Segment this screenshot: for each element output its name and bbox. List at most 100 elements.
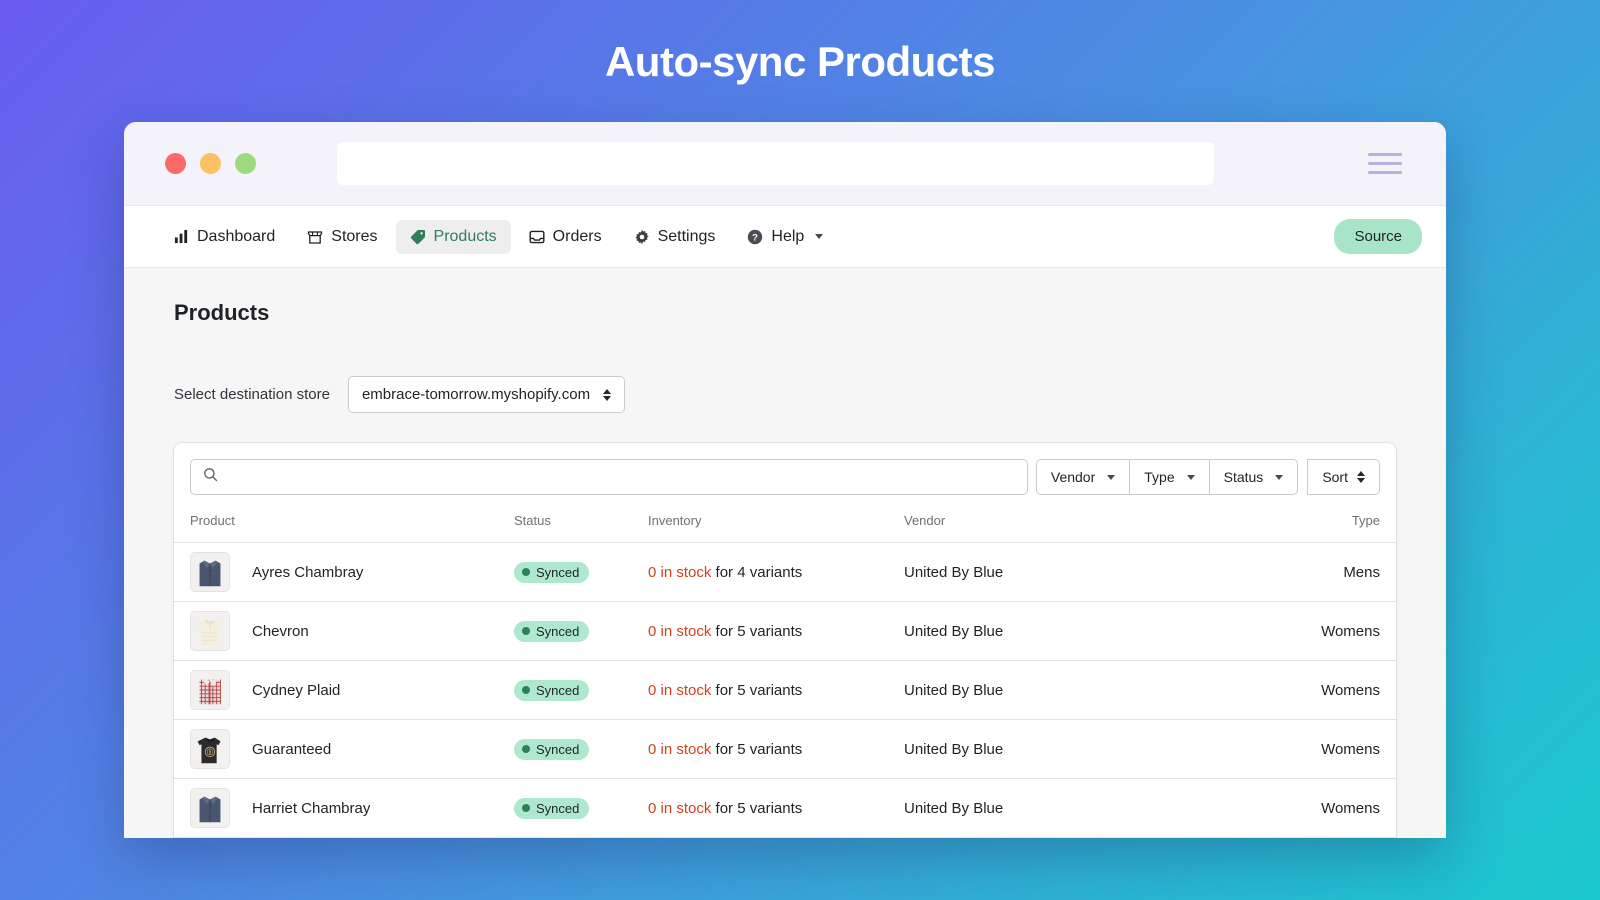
status-dot-icon xyxy=(522,568,530,576)
chevron-down-icon xyxy=(1107,474,1116,480)
inventory-variants: for 5 variants xyxy=(715,681,803,699)
product-thumbnail xyxy=(190,611,230,651)
page-content: Products Select destination store embrac… xyxy=(124,268,1446,838)
sort-button[interactable]: Sort xyxy=(1307,459,1380,495)
select-updown-icon xyxy=(603,388,612,401)
destination-store-select[interactable]: embrace-tomorrow.myshopify.com xyxy=(347,376,626,413)
cell-inventory: 0 in stock for 5 variants xyxy=(648,778,904,838)
column-header-type: Type xyxy=(1100,507,1396,543)
status-label: Synced xyxy=(536,564,580,580)
nav-item-products[interactable]: Products xyxy=(395,219,511,254)
products-table: Product Status Inventory Vendor Type Ayr… xyxy=(174,507,1396,838)
status-label: Synced xyxy=(536,800,580,816)
status-badge: Synced xyxy=(514,797,590,819)
products-card: Vendor Type Status Sort Product Status I… xyxy=(174,443,1396,838)
tag-icon xyxy=(410,229,426,245)
cell-status: Synced xyxy=(514,778,648,838)
product-thumbnail xyxy=(190,552,230,592)
column-header-status: Status xyxy=(514,507,648,543)
vendor-filter-button[interactable]: Vendor xyxy=(1035,459,1130,495)
cell-type: Womens xyxy=(1100,660,1396,720)
address-bar[interactable] xyxy=(337,142,1214,185)
nav-item-stores[interactable]: Stores xyxy=(293,220,391,254)
cell-product: Cydney Plaid xyxy=(174,660,514,720)
status-badge: Synced xyxy=(514,738,590,760)
status-dot-icon xyxy=(522,627,530,635)
inventory-stock-count: 0 in stock xyxy=(648,740,712,758)
cell-vendor: United By Blue xyxy=(904,660,1100,720)
chevron-down-icon xyxy=(815,234,824,239)
inventory-stock-count: 0 in stock xyxy=(648,563,712,581)
destination-store-label: Select destination store xyxy=(174,386,330,403)
cell-inventory: 0 in stock for 5 variants xyxy=(648,719,904,779)
cell-status: Synced xyxy=(514,542,648,602)
filter-buttons: Vendor Type Status Sort xyxy=(1035,459,1380,495)
cell-status: Synced xyxy=(514,601,648,661)
nav-item-orders[interactable]: Orders xyxy=(515,220,616,254)
table-header-row: Product Status Inventory Vendor Type xyxy=(174,507,1396,543)
status-dot-icon xyxy=(522,686,530,694)
nav-item-settings[interactable]: Settings xyxy=(620,220,730,254)
cell-vendor: United By Blue xyxy=(904,601,1100,661)
search-input[interactable] xyxy=(226,469,1015,485)
address-bar-input[interactable] xyxy=(337,142,1214,185)
inventory-variants: for 5 variants xyxy=(715,799,803,817)
nav-items: Dashboard Stores Products Orders Setting… xyxy=(160,219,837,254)
product-name: Cydney Plaid xyxy=(252,681,341,699)
status-badge: Synced xyxy=(514,679,590,701)
table-row[interactable]: Ayres Chambray Synced 0 in stock for 4 v… xyxy=(174,542,1396,602)
sort-updown-icon xyxy=(1357,471,1365,483)
status-badge: Synced xyxy=(514,620,590,642)
svg-text:?: ? xyxy=(752,232,758,243)
close-window-button[interactable] xyxy=(165,153,186,174)
table-row[interactable]: Harriet Chambray Synced 0 in stock for 5… xyxy=(174,778,1396,838)
cell-type: Womens xyxy=(1100,601,1396,661)
minimize-window-button[interactable] xyxy=(200,153,221,174)
product-name: Harriet Chambray xyxy=(252,799,371,817)
cell-vendor: United By Blue xyxy=(904,719,1100,779)
cell-inventory: 0 in stock for 5 variants xyxy=(648,660,904,720)
table-row[interactable]: Chevron Synced 0 in stock for 5 variants… xyxy=(174,601,1396,661)
chevron-down-icon xyxy=(1275,474,1284,480)
type-filter-label: Type xyxy=(1144,469,1175,485)
browser-chrome-bar xyxy=(124,122,1446,206)
status-label: Synced xyxy=(536,682,580,698)
status-filter-button[interactable]: Status xyxy=(1208,459,1299,495)
filter-bar: Vendor Type Status Sort xyxy=(174,443,1396,507)
status-badge: Synced xyxy=(514,561,590,583)
status-dot-icon xyxy=(522,804,530,812)
destination-store-row: Select destination store embrace-tomorro… xyxy=(174,376,1396,413)
inbox-icon xyxy=(529,229,545,245)
sort-label: Sort xyxy=(1322,469,1348,485)
cell-vendor: United By Blue xyxy=(904,542,1100,602)
nav-item-help[interactable]: ? Help xyxy=(733,220,837,254)
table-row[interactable]: Cydney Plaid Synced 0 in stock for 5 var… xyxy=(174,660,1396,720)
products-table-body: Ayres Chambray Synced 0 in stock for 4 v… xyxy=(174,542,1396,838)
cell-product: Chevron xyxy=(174,601,514,661)
cell-type: Mens xyxy=(1100,542,1396,602)
table-row[interactable]: Guaranteed Synced 0 in stock for 5 varia… xyxy=(174,719,1396,779)
cell-inventory: 0 in stock for 5 variants xyxy=(648,601,904,661)
chevron-down-icon xyxy=(1186,474,1195,480)
inventory-stock-count: 0 in stock xyxy=(648,681,712,699)
status-label: Synced xyxy=(536,623,580,639)
app-navigation-bar: Dashboard Stores Products Orders Setting… xyxy=(124,206,1446,268)
hamburger-menu-icon[interactable] xyxy=(1368,153,1402,174)
maximize-window-button[interactable] xyxy=(235,153,256,174)
storefront-icon xyxy=(307,229,323,245)
bar-chart-icon xyxy=(174,229,189,244)
nav-item-dashboard[interactable]: Dashboard xyxy=(160,220,289,254)
inventory-variants: for 4 variants xyxy=(715,563,803,581)
column-header-product: Product xyxy=(174,507,514,543)
source-button[interactable]: Source xyxy=(1334,219,1422,254)
browser-window: Dashboard Stores Products Orders Setting… xyxy=(124,122,1446,838)
vendor-filter-label: Vendor xyxy=(1050,469,1096,485)
search-box[interactable] xyxy=(190,459,1028,495)
type-filter-button[interactable]: Type xyxy=(1129,459,1209,495)
nav-item-dashboard-label: Dashboard xyxy=(197,227,276,245)
cell-status: Synced xyxy=(514,660,648,720)
cell-type: Womens xyxy=(1100,778,1396,838)
gear-icon xyxy=(634,229,650,245)
cell-inventory: 0 in stock for 4 variants xyxy=(648,542,904,602)
product-name: Chevron xyxy=(252,622,309,640)
